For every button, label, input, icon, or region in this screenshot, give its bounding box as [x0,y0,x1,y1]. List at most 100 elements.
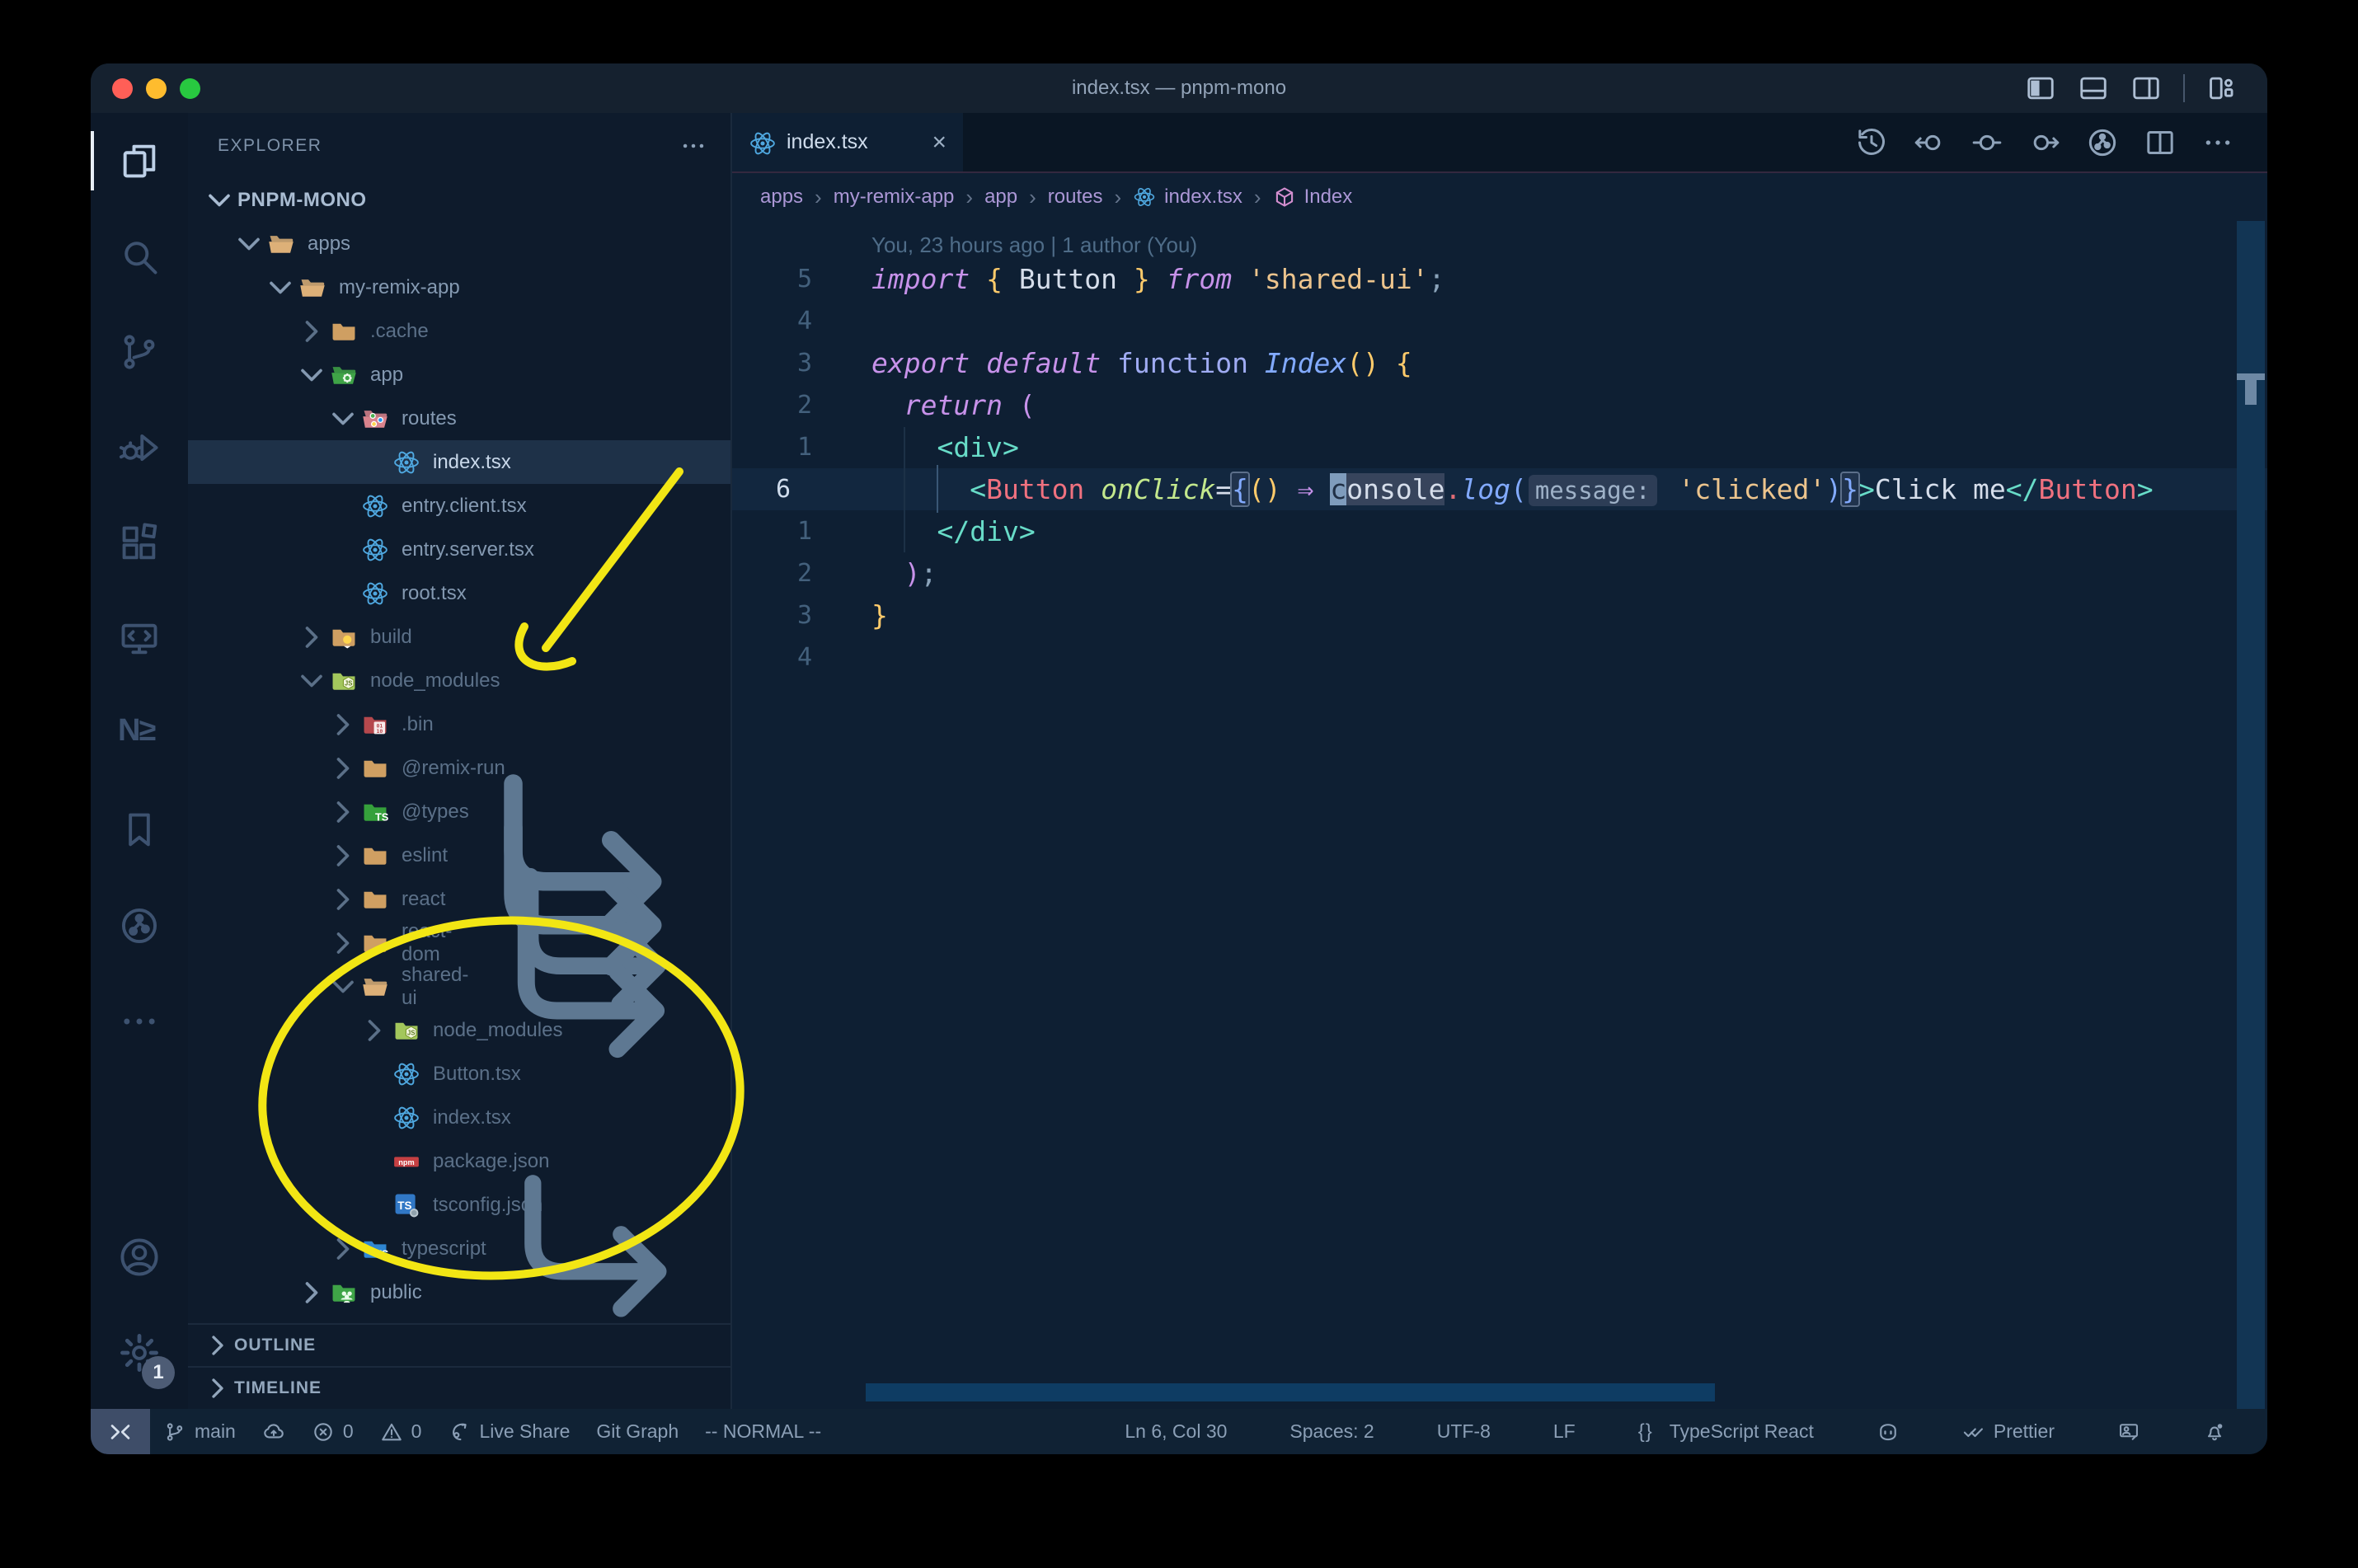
status-prettier[interactable]: Prettier [1949,1420,2068,1444]
vscode-window: index.tsx — pnpm-mono N≥ 1 EXPLORER PNPM-… [91,63,2267,1454]
code-line[interactable]: 5 import { Button } from 'shared-ui'; [732,258,2267,300]
nav-back-button[interactable] [1913,126,1946,159]
code-line-text: </div> [937,515,1036,547]
account-icon [118,1236,161,1279]
activity-bar-explorer[interactable] [91,113,188,209]
folder-tan [361,929,389,957]
tree-item-root.tsx[interactable]: root.tsx [188,571,730,615]
code-line[interactable]: 1 </div> [732,510,2267,552]
tree-item-label: react-dom [402,919,453,965]
tree-item-entry.server.tsx[interactable]: entry.server.tsx [188,528,730,571]
tree-item-typescript[interactable]: TS typescript [188,1175,730,1317]
code-line[interactable]: 6 <Button onClick={() ⇒ console.log(mess… [732,468,2267,510]
status-language-mode[interactable]: {} TypeScript React [1625,1420,1827,1444]
vertical-scrollbar[interactable] [2237,221,2265,1409]
nav-forward-button[interactable] [2028,126,2061,159]
status-cursor-position[interactable]: Ln 6, Col 30 [1111,1420,1240,1443]
status-live-share[interactable]: Live Share [434,1409,583,1454]
tree-item-index.tsx[interactable]: index.tsx [188,440,730,484]
split-editor-button[interactable] [2144,126,2177,159]
activity-bar-additional-views[interactable] [91,974,188,1069]
remote-icon [108,1420,133,1444]
code-line[interactable]: 4 [732,300,2267,342]
folder-bin-red: 01 10 [361,711,389,739]
breadcrumb-item-Index[interactable]: Index [1273,185,1352,209]
explorer-title: EXPLORER [218,135,322,155]
status-encoding[interactable]: UTF-8 [1424,1420,1504,1443]
tree-item-apps[interactable]: apps [188,222,730,265]
status-copilot[interactable] [1863,1420,1913,1444]
activity-bar-search[interactable] [91,209,188,304]
tree-item-.cache[interactable]: .cache [188,309,730,353]
toggle-secondary-sidebar-button[interactable] [2130,73,2162,104]
close-tab-icon[interactable]: × [932,129,946,157]
activity-bar-settings[interactable]: 1 [91,1305,188,1401]
tree-item-build[interactable]: build [188,615,730,659]
activity-bar-accounts[interactable] [91,1209,188,1305]
tree-item-my-remix-app[interactable]: my-remix-app [188,265,730,309]
chevron-right-icon [325,881,361,918]
chevron-right-icon [325,794,361,830]
tree-item-node_modules[interactable]: JS node_modules [188,659,730,702]
sidebar-section-outline[interactable]: OUTLINE [188,1323,730,1366]
status-vim-mode[interactable]: -- NORMAL -- [692,1409,834,1454]
activity-bar-bookmarks[interactable] [91,782,188,878]
code-line[interactable]: 2 ); [732,552,2267,594]
toggle-primary-sidebar-button[interactable] [2025,73,2056,104]
breadcrumb-item-app[interactable]: app [984,185,1017,209]
folder-open-tan [361,973,389,1001]
tab-index-tsx[interactable]: index.tsx × [732,113,963,171]
tree-item-app[interactable]: app [188,353,730,397]
nav-current-button[interactable] [1970,126,2003,159]
activity-bar-remote-explorer[interactable] [91,591,188,687]
search-icon [118,235,161,278]
breadcrumb-item-apps[interactable]: apps [760,185,803,209]
status-label: Git Graph [596,1420,679,1442]
status-notifications[interactable] [2190,1420,2239,1444]
toggle-panel-button[interactable] [2078,73,2109,104]
status-remote-indicator[interactable] [91,1409,150,1454]
code-line[interactable]: 2 return ( [732,384,2267,426]
code-line[interactable]: 3} [732,594,2267,636]
chevron-down [201,182,237,218]
more-actions-button[interactable] [2201,126,2234,159]
activity-bar-source-control[interactable] [91,304,188,400]
status-problems-errors[interactable]: 0 [298,1409,367,1454]
activity-bar-git-graph[interactable] [91,878,188,974]
explorer-more-actions-button[interactable] [679,132,707,160]
tree-item-index.tsx[interactable]: index.tsx [188,1096,730,1139]
status-feedback[interactable] [2104,1420,2154,1444]
git-graph-view-button[interactable] [2086,126,2119,159]
breadcrumb-item-index.tsx[interactable]: index.tsx [1133,185,1242,209]
breadcrumb-label: index.tsx [1164,185,1242,208]
code-editor[interactable]: You, 23 hours ago | 1 author (You) 5 impor… [732,221,2267,1409]
breadcrumb-item-my-remix-app[interactable]: my-remix-app [834,185,955,209]
activity-bar-run-and-debug[interactable] [91,400,188,495]
customize-layout-button[interactable] [2206,73,2238,104]
code-line[interactable]: 4 [732,636,2267,678]
horizontal-scrollbar[interactable] [866,1383,1715,1401]
tree-root-pnpm-mono[interactable]: PNPM-MONO [188,178,730,222]
source-control-icon [118,331,161,373]
code-line[interactable]: 3 export default function Index() { [732,342,2267,384]
tree-item-label: .cache [370,319,429,342]
status-indentation[interactable]: Spaces: 2 [1276,1420,1387,1443]
status-sync-changes[interactable] [249,1409,298,1454]
status-git-graph-status[interactable]: Git Graph [583,1409,692,1454]
tree-item-label: apps [308,232,351,255]
code-line[interactable]: 1 <div> [732,426,2267,468]
tree-item-routes[interactable]: routes [188,397,730,440]
activity-bar-nx-console[interactable]: N≥ [91,687,188,782]
tree-item-label: routes [402,406,457,430]
svg-text:npm: npm [398,1157,414,1166]
status-problems-warnings[interactable]: 0 [367,1409,435,1454]
tree-item-shared-ui[interactable]: shared-ui [188,910,730,1058]
timeline-history-button[interactable] [1855,126,1888,159]
status-git-branch[interactable]: main [150,1409,249,1454]
breadcrumb-item-routes[interactable]: routes [1048,185,1103,209]
tree-item-label: eslint [402,843,449,866]
sidebar-section-timeline[interactable]: TIMELINE [188,1366,730,1409]
tree-item-entry.client.tsx[interactable]: entry.client.tsx [188,484,730,528]
activity-bar-extensions[interactable] [91,495,188,591]
status-eol[interactable]: LF [1540,1420,1589,1443]
